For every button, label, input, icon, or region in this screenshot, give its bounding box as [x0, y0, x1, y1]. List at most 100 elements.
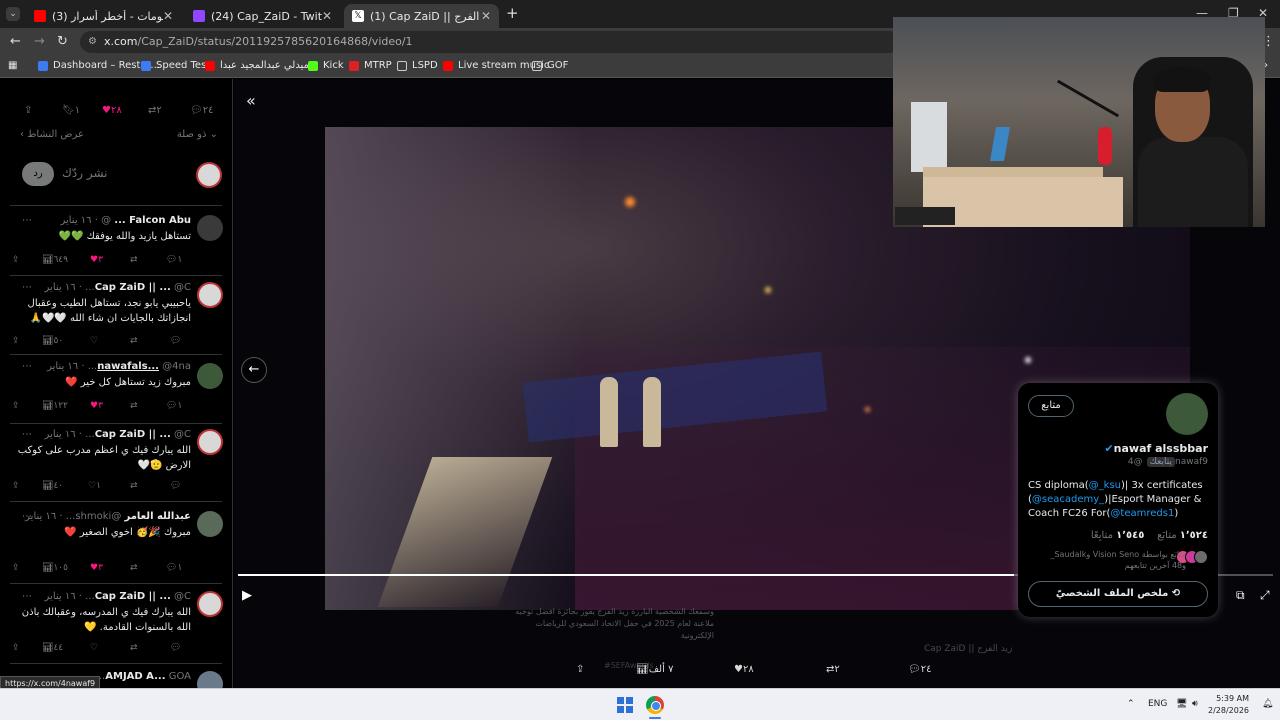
close-icon[interactable]: ✕ — [163, 9, 173, 23]
followed-by-text[interactable]: متابَع بواسطة Vision Seno وSaudalk_ و48 … — [1036, 549, 1186, 571]
profile-name[interactable]: ✔nawaf alssbbar — [1104, 442, 1208, 455]
share-icon[interactable]: ⇪ — [12, 643, 20, 653]
address-bar[interactable]: ⚙ x.com/Cap_ZaiD/status/2011925785620164… — [80, 31, 900, 53]
following-count[interactable]: ١٬٥٢٤ متابَع — [1157, 530, 1208, 541]
bookmark-4[interactable]: MTRP — [349, 60, 392, 71]
like-icon[interactable]: ♡ — [90, 336, 98, 346]
list-item[interactable]: ⋯ Cap ZaiD || ... @C... · ١٦ يناير الله … — [10, 591, 223, 661]
bio-link[interactable]: @_ksu — [1089, 480, 1121, 491]
avatar[interactable] — [197, 363, 223, 389]
share-icon[interactable]: ⇪ — [576, 664, 584, 675]
reply-action[interactable]: 💬︎ ٢٤ — [190, 105, 213, 116]
avatar[interactable] — [197, 215, 223, 241]
reply-count[interactable]: 💬︎ ١ — [166, 563, 182, 573]
share-icon[interactable]: ⇪ — [12, 401, 20, 411]
tab-x[interactable]: 𝕏 (1) Cap ZaiD || زيد الفرج (@Cap... ✕ — [344, 4, 499, 28]
like-action[interactable]: ♥ ٢٨ — [102, 105, 122, 116]
views-count[interactable]: 📊︎ ٥٠ — [42, 336, 63, 346]
bio-link[interactable]: @teamreds1 — [1110, 508, 1174, 519]
like-count[interactable]: ♥ ٣ — [90, 255, 103, 265]
reply-composer[interactable]: رد نشر ردّك — [22, 162, 222, 188]
avatar[interactable] — [1166, 393, 1208, 435]
clock[interactable]: 5:39 AM 2/28/2026 — [1208, 693, 1249, 717]
close-icon[interactable]: ✕ — [322, 9, 332, 23]
following-button[interactable]: متابع — [1028, 395, 1074, 417]
retweet-icon[interactable]: ⇄ — [130, 481, 138, 491]
list-item[interactable]: ⋯ Cap ZaiD || ... @C... · ١٦ يناير الله … — [10, 429, 223, 499]
reload-icon[interactable]: ↻ — [57, 34, 68, 49]
like-count[interactable]: ♥ ٢٨ — [734, 664, 754, 675]
windows-start-icon[interactable] — [617, 697, 633, 713]
avatar[interactable] — [197, 429, 223, 455]
share-icon[interactable]: ⇪ — [12, 481, 20, 491]
retweet-count[interactable]: ⇄ ٢ — [826, 664, 840, 675]
like-count[interactable]: ♥ ٣ — [90, 401, 103, 411]
fullscreen-icon[interactable]: ⤢ — [1260, 588, 1270, 603]
retweet-icon[interactable]: ⇄ — [130, 563, 138, 573]
avatar[interactable] — [197, 511, 223, 537]
like-icon[interactable]: ♡ — [90, 643, 98, 653]
like-count[interactable]: ♡ ١ — [88, 481, 101, 491]
bookmark-3[interactable]: Kick — [308, 60, 344, 71]
site-info-icon[interactable]: ⚙ — [88, 31, 97, 53]
back-icon[interactable]: ← — [10, 34, 21, 49]
sort-selector[interactable]: ذو صلة ⌄ — [177, 129, 218, 140]
forward-icon[interactable]: → — [34, 34, 45, 49]
views-count[interactable]: 📊︎ ١٢٢ — [42, 401, 68, 411]
reply-icon[interactable]: 💬︎ — [170, 643, 181, 653]
tab-search-button[interactable]: ⌄ — [6, 7, 20, 21]
views-count[interactable]: 📊︎ ٤٤ — [42, 643, 63, 653]
collapse-icon[interactable]: « — [246, 91, 256, 110]
volume-icon[interactable]: 🔊︎ — [1192, 699, 1198, 709]
share-icon[interactable]: ⇪ — [12, 563, 20, 573]
tab-twitch[interactable]: (24) Cap_ZaiD - Twitch ✕ — [185, 4, 340, 28]
retweet-icon[interactable]: ⇄ — [130, 255, 138, 265]
retweet-action[interactable]: ⇄ ٢ — [148, 105, 162, 116]
followers-count[interactable]: ١٬٥٤٥ متابِعًا — [1091, 530, 1144, 541]
more-icon[interactable]: ⋯ — [22, 429, 32, 440]
reply-input[interactable]: نشر ردّك — [62, 166, 108, 180]
pip-icon[interactable]: ⧉ — [1236, 588, 1245, 603]
more-icon[interactable]: ⋯ — [22, 591, 32, 602]
bookmark-7[interactable]: GOF — [532, 60, 568, 71]
reply-count[interactable]: 💬︎ ١ — [166, 401, 182, 411]
reply-count[interactable]: 💬︎ ٢٤ — [908, 664, 931, 675]
close-icon[interactable]: ✕ — [481, 9, 491, 23]
list-item[interactable]: ⋯ عبدالله العامر @shmoki... · ١٦ يناير م… — [10, 511, 223, 581]
reply-count[interactable]: 💬︎ ١ — [166, 255, 182, 265]
reply-icon[interactable]: 💬︎ — [170, 336, 181, 346]
tab-youtube[interactable]: (3) تحدي المعلومات - أخطر أسرار ✕ — [26, 4, 181, 28]
retweet-icon[interactable]: ⇄ — [130, 643, 138, 653]
retweet-icon[interactable]: ⇄ — [130, 336, 138, 346]
bookmark-1[interactable]: Speed Test — [141, 60, 210, 71]
notification-icon[interactable]: 🔔︎ — [1262, 699, 1273, 709]
apps-icon[interactable]: ▦ — [8, 60, 17, 71]
reply-icon[interactable]: 💬︎ — [170, 481, 181, 491]
share-icon[interactable]: ⇪ — [24, 105, 32, 116]
bookmark-5[interactable]: LSPD — [397, 60, 438, 71]
bio-link[interactable]: @seacademy_ — [1032, 494, 1104, 505]
more-icon[interactable]: ⋯ — [22, 215, 32, 226]
list-item[interactable]: ⋯ nawafals... @4na... · ١٦ يناير مبروك ز… — [10, 361, 223, 421]
avatar[interactable] — [197, 591, 223, 617]
share-icon[interactable]: ⇪ — [12, 255, 20, 265]
activity-link[interactable]: ‹ عرض النشاط — [20, 129, 84, 140]
more-icon[interactable]: ⋯ — [22, 361, 32, 372]
avatar[interactable] — [197, 282, 223, 308]
list-item[interactable]: ⋯ Cap ZaiD || ... @C... · ١٦ يناير ياحبي… — [10, 282, 223, 352]
new-tab-button[interactable]: + — [506, 4, 519, 22]
avatar[interactable] — [196, 162, 222, 188]
play-icon[interactable]: ▶ — [242, 588, 252, 603]
list-item[interactable]: ⋯ Falcon Abu ... @ · ١٦ يناير تستاهل ياز… — [10, 215, 223, 275]
chrome-icon[interactable] — [646, 696, 664, 714]
bookmark-action[interactable]: 🔖︎ ١ — [62, 105, 80, 116]
bookmark-2[interactable]: ميدلي عبدالمجيد عبدا... — [205, 60, 318, 71]
more-icon[interactable]: ⋯ — [22, 282, 32, 293]
like-count[interactable]: ♥ ٣ — [90, 563, 103, 573]
tray-chevron-icon[interactable]: ⌃ — [1127, 699, 1135, 709]
avatar[interactable] — [197, 671, 223, 688]
views-count[interactable]: 📊︎ ١٠٥ — [42, 563, 68, 573]
views-count[interactable]: 📊︎ ٤٠ — [42, 481, 63, 491]
views-count[interactable]: 📊︎ ٦٤٩ — [42, 255, 68, 265]
retweet-icon[interactable]: ⇄ — [130, 401, 138, 411]
